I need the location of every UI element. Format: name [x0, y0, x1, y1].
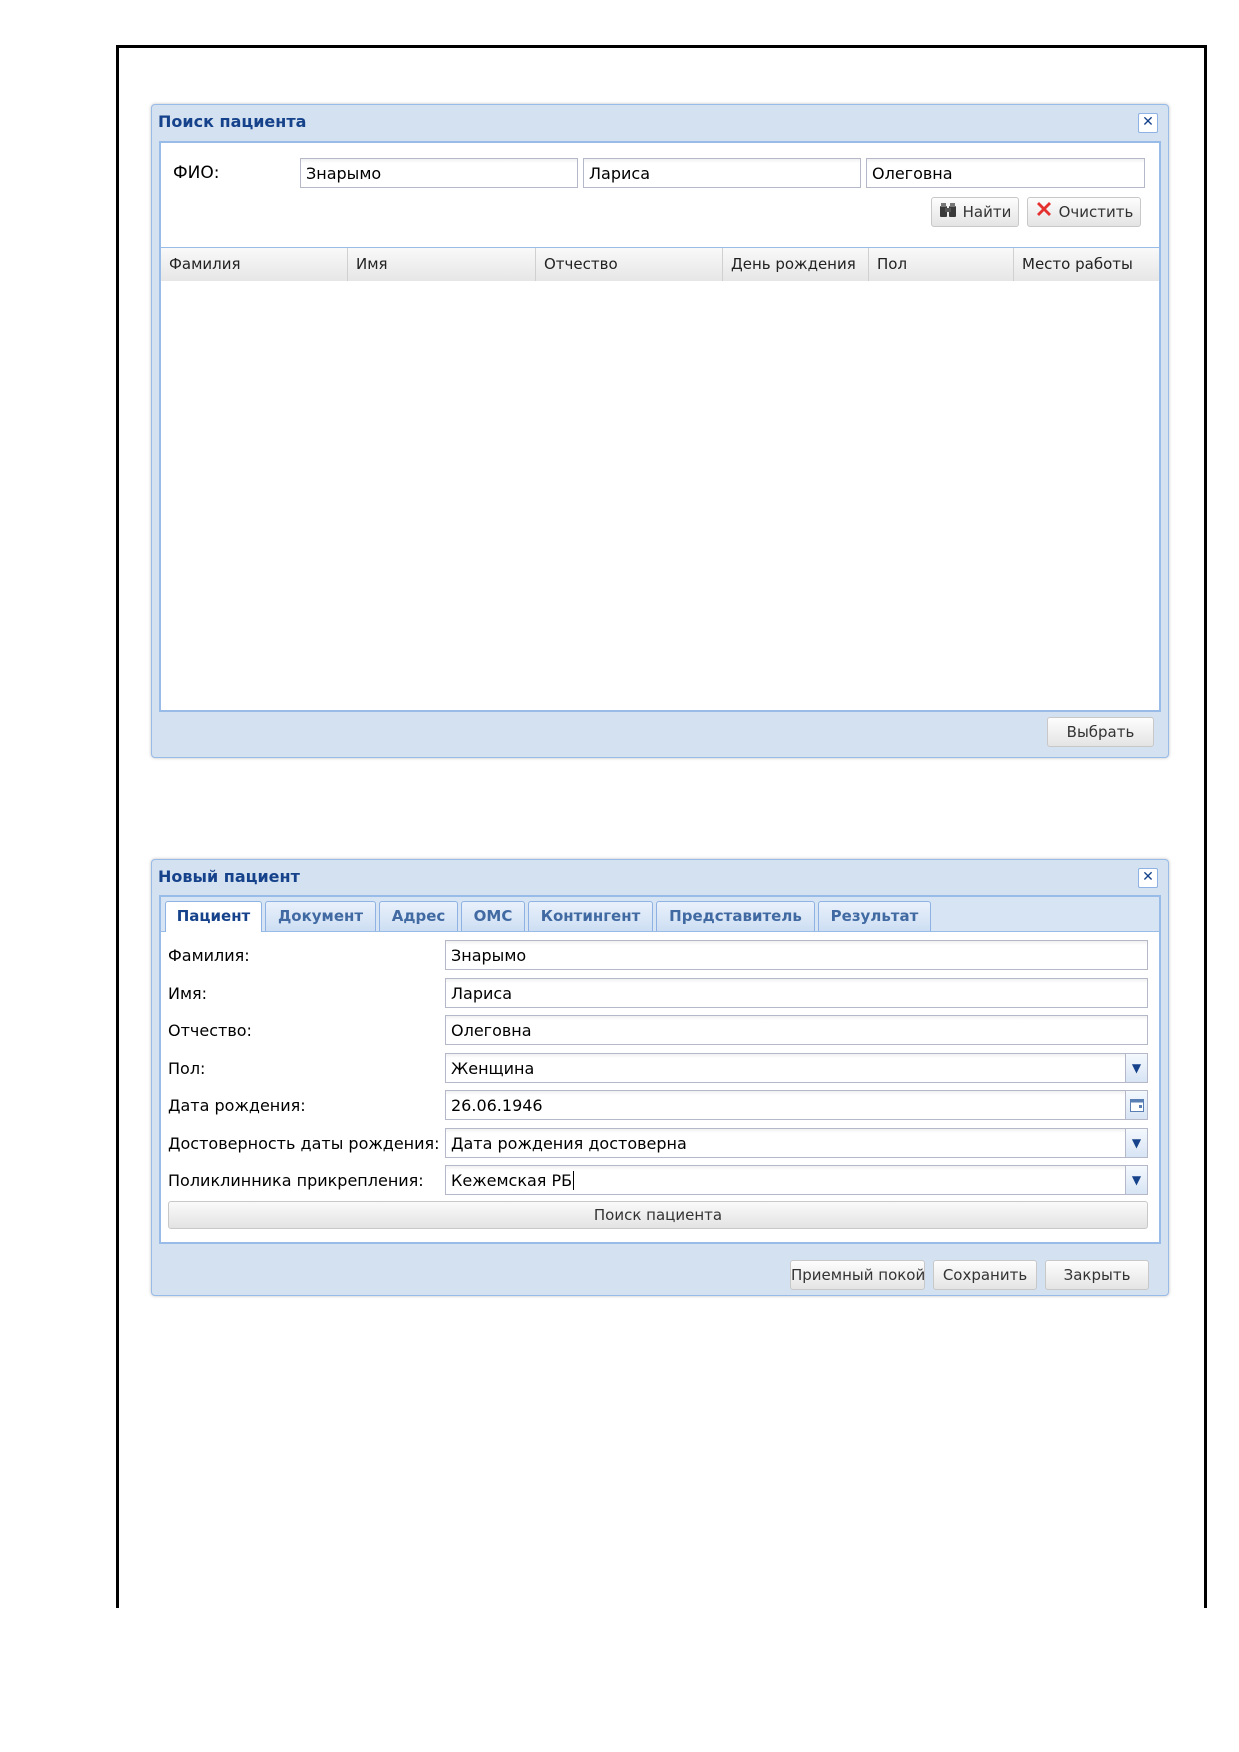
- birth-date-label: Дата рождения:: [168, 1096, 306, 1115]
- search-surname-input[interactable]: Знарымо: [300, 158, 578, 188]
- tab-address[interactable]: Адрес: [379, 901, 458, 931]
- reliability-select[interactable]: Дата рождения достоверна ▼: [445, 1128, 1148, 1158]
- text-cursor: [573, 1171, 575, 1190]
- results-grid-header: Фамилия Имя Отчество День рождения Пол М…: [161, 247, 1159, 282]
- column-header-sex[interactable]: Пол: [869, 248, 1014, 281]
- close-icon[interactable]: ✕: [1138, 868, 1158, 888]
- search-window-title: Поиск пациента: [158, 112, 307, 131]
- search-patient-window: Поиск пациента ✕ ФИО: Знарымо Лариса Оле…: [151, 104, 1169, 758]
- binoculars-icon: [939, 199, 957, 227]
- sex-value: Женщина: [451, 1059, 535, 1078]
- clinic-label: Поликлинника прикрепления:: [168, 1171, 424, 1190]
- patronymic-label: Отчество:: [168, 1021, 252, 1040]
- red-x-icon: [1035, 199, 1053, 227]
- chevron-down-icon[interactable]: ▼: [1125, 1054, 1147, 1082]
- birth-date-field[interactable]: 26.06.1946: [445, 1090, 1148, 1120]
- select-button[interactable]: Выбрать: [1047, 717, 1154, 747]
- chevron-down-icon[interactable]: ▼: [1125, 1166, 1147, 1194]
- search-window-body: ФИО: Знарымо Лариса Олеговна Найти Очист…: [159, 141, 1161, 712]
- name-label: Имя:: [168, 984, 208, 1003]
- birth-date-value: 26.06.1946: [451, 1096, 543, 1115]
- tab-representative[interactable]: Представитель: [656, 901, 815, 931]
- tab-oms[interactable]: ОМС: [461, 901, 525, 931]
- clinic-select[interactable]: Кежемская РБ ▼: [445, 1165, 1148, 1195]
- search-window-header: Поиск пациента ✕: [152, 105, 1168, 139]
- find-button[interactable]: Найти: [931, 197, 1019, 227]
- column-header-surname[interactable]: Фамилия: [161, 248, 348, 281]
- tab-document[interactable]: Документ: [265, 901, 376, 931]
- close-button[interactable]: Закрыть: [1045, 1260, 1149, 1290]
- clear-button[interactable]: Очистить: [1027, 197, 1141, 227]
- search-name-input[interactable]: Лариса: [583, 158, 861, 188]
- search-patient-button[interactable]: Поиск пациента: [168, 1201, 1148, 1229]
- reliability-value: Дата рождения достоверна: [451, 1134, 687, 1153]
- calendar-icon[interactable]: [1125, 1091, 1147, 1119]
- column-header-name[interactable]: Имя: [348, 248, 536, 281]
- patronymic-field[interactable]: Олеговна: [445, 1015, 1148, 1045]
- admission-button[interactable]: Приемный покой: [790, 1260, 925, 1290]
- find-button-label: Найти: [962, 203, 1012, 221]
- column-header-birthday[interactable]: День рождения: [723, 248, 869, 281]
- surname-label: Фамилия:: [168, 946, 250, 965]
- tab-contingent[interactable]: Контингент: [528, 901, 653, 931]
- fio-label: ФИО:: [173, 163, 220, 183]
- patient-window-body: Пациент Документ Адрес ОМС Контингент Пр…: [159, 895, 1161, 1244]
- reliability-label: Достоверность даты рождения:: [168, 1134, 440, 1153]
- search-patronymic-input[interactable]: Олеговна: [866, 158, 1145, 188]
- patient-window-header: Новый пациент ✕: [152, 860, 1168, 894]
- patient-window-title: Новый пациент: [158, 867, 300, 886]
- new-patient-window: Новый пациент ✕ Пациент Документ Адрес О…: [151, 859, 1169, 1296]
- column-header-workplace[interactable]: Место работы: [1014, 248, 1159, 281]
- clinic-value: Кежемская РБ: [451, 1171, 573, 1190]
- column-header-patronymic[interactable]: Отчество: [536, 248, 723, 281]
- surname-field[interactable]: Знарымо: [445, 940, 1148, 970]
- chevron-down-icon[interactable]: ▼: [1125, 1129, 1147, 1157]
- name-field[interactable]: Лариса: [445, 978, 1148, 1008]
- sex-label: Пол:: [168, 1059, 206, 1078]
- clear-button-label: Очистить: [1058, 203, 1134, 221]
- save-button[interactable]: Сохранить: [933, 1260, 1037, 1290]
- close-icon[interactable]: ✕: [1138, 113, 1158, 133]
- tab-patient[interactable]: Пациент: [165, 901, 262, 932]
- tab-result[interactable]: Результат: [818, 901, 931, 931]
- sex-select[interactable]: Женщина ▼: [445, 1053, 1148, 1083]
- tab-strip: Пациент Документ Адрес ОМС Контингент Пр…: [161, 897, 1159, 932]
- results-grid-body: [161, 281, 1159, 710]
